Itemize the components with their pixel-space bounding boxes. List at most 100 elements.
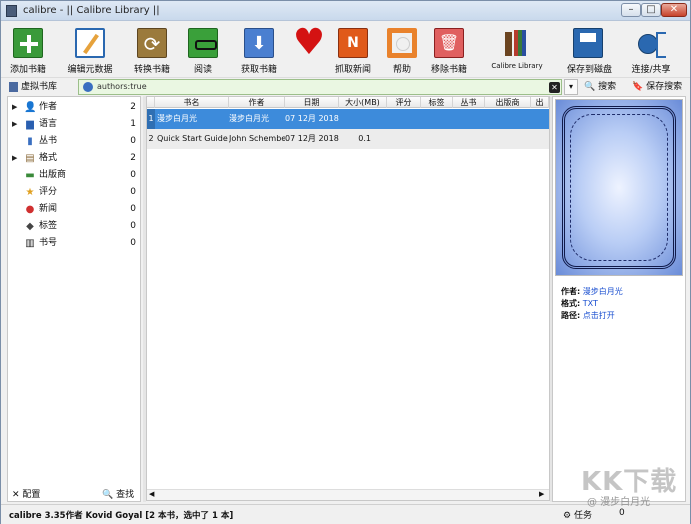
book-list: 书名 作者 日期 大小(MB) 评分 标签 丛书 出版商 出 1 漫步白月光 漫… bbox=[146, 96, 550, 501]
column-header-date[interactable]: 日期 bbox=[285, 97, 339, 108]
virtual-library-button[interactable]: 虚拟书库 bbox=[9, 80, 57, 94]
calibre-library-button[interactable]: Calibre Library bbox=[485, 26, 549, 74]
connect-share-button[interactable]: 连接/共享 bbox=[629, 26, 673, 75]
column-header-series[interactable]: 丛书 bbox=[453, 97, 485, 108]
tag-browser-item[interactable]: ◆ 标签 0 bbox=[8, 218, 140, 235]
detail-author-link[interactable]: 漫步白月光 bbox=[583, 287, 623, 296]
save-search-button[interactable]: 🔖 保存搜索 bbox=[632, 80, 682, 94]
book-author: 漫步白月光 bbox=[229, 114, 269, 123]
format-icon: ▤ bbox=[25, 153, 35, 164]
virtual-library-label: 虚拟书库 bbox=[21, 82, 58, 92]
save-search-label: 保存搜索 bbox=[646, 82, 683, 92]
find-button[interactable]: 🔍 查找 bbox=[102, 487, 134, 500]
tag-count: 0 bbox=[130, 187, 136, 197]
tag-count: 0 bbox=[130, 221, 136, 231]
column-header-publisher[interactable]: 出版商 bbox=[485, 97, 531, 108]
tag-browser-item[interactable]: ● 新闻 0 bbox=[8, 201, 140, 218]
save-to-disk-label: 保存到磁盘 bbox=[567, 65, 613, 75]
heart-donate-icon bbox=[292, 22, 326, 63]
tag-browser: ▶ 👤 作者 2 ▶ ▆ 语言 1 ▮ 丛书 0 ▶ ▤ 格式 2 ▬ 出版商 … bbox=[7, 96, 141, 502]
remove-books-label: 移除书籍 bbox=[430, 65, 467, 75]
book-author: John Schember bbox=[229, 134, 285, 143]
edit-metadata-label: 编辑元数据 bbox=[67, 65, 113, 75]
help-button[interactable]: 帮助 bbox=[385, 26, 419, 75]
news-pin-icon: ● bbox=[25, 204, 35, 215]
tag-count: 0 bbox=[130, 204, 136, 214]
minimize-button[interactable]: – bbox=[621, 3, 641, 17]
save-to-disk-icon bbox=[573, 28, 603, 58]
jobs-count: 0 bbox=[619, 508, 625, 518]
series-icon: ▮ bbox=[27, 136, 33, 147]
convert-books-icon bbox=[137, 28, 167, 58]
book-cover-image[interactable] bbox=[555, 99, 683, 276]
expand-arrow-icon[interactable]: ▶ bbox=[12, 116, 17, 133]
maximize-button[interactable]: □ bbox=[641, 3, 661, 17]
edit-metadata-button[interactable]: 编辑元数据 bbox=[65, 26, 115, 75]
rating-star-icon: ★ bbox=[25, 187, 35, 198]
book-list-header: 书名 作者 日期 大小(MB) 评分 标签 丛书 出版商 出 bbox=[147, 97, 549, 108]
expand-arrow-icon[interactable]: ▶ bbox=[12, 150, 17, 167]
tag-browser-item[interactable]: ★ 评分 0 bbox=[8, 184, 140, 201]
expand-arrow-icon[interactable]: ▶ bbox=[12, 99, 17, 116]
book-details-panel: 作者: 漫步白月光 格式: TXT 路径: 点击打开 bbox=[552, 96, 686, 502]
donate-button[interactable] bbox=[291, 22, 327, 74]
detail-format-link[interactable]: TXT bbox=[583, 299, 598, 308]
column-header-rating[interactable]: 评分 bbox=[387, 97, 421, 108]
save-to-disk-button[interactable]: 保存到磁盘 bbox=[567, 26, 613, 75]
tag-count: 0 bbox=[130, 170, 136, 180]
row-marker: 1 bbox=[147, 109, 155, 129]
configure-button[interactable]: ✕ 配置 bbox=[12, 487, 40, 500]
remove-books-button[interactable]: 移除书籍 bbox=[429, 26, 469, 75]
connect-share-label: 连接/共享 bbox=[631, 65, 671, 75]
convert-books-button[interactable]: 转换书籍 bbox=[129, 26, 175, 75]
search-input[interactable]: authors:true ✕ bbox=[78, 79, 562, 95]
search-query: authors:true bbox=[97, 82, 147, 91]
add-book-icon bbox=[13, 28, 43, 58]
scroll-right-icon[interactable]: ▶ bbox=[539, 490, 544, 498]
get-books-button[interactable]: 获取书籍 bbox=[237, 26, 281, 75]
read-book-label: 阅读 bbox=[193, 65, 212, 75]
search-button[interactable]: 🔍 搜索 bbox=[584, 80, 616, 94]
tag-browser-item[interactable]: ▮ 丛书 0 bbox=[8, 133, 140, 150]
tag-count: 1 bbox=[130, 119, 136, 129]
column-header-published[interactable]: 出 bbox=[531, 97, 549, 108]
book-title: 漫步白月光 bbox=[157, 114, 197, 123]
add-books-button[interactable]: 添加书籍 bbox=[7, 26, 49, 75]
book-row[interactable]: 2 Quick Start Guide John Schember 07 12月… bbox=[147, 129, 549, 149]
detail-format-key: 格式: bbox=[561, 299, 581, 308]
main-toolbar: 添加书籍 编辑元数据 转换书籍 阅读 获取书籍 抓取新闻 bbox=[1, 22, 690, 76]
column-header-title[interactable]: 书名 bbox=[155, 97, 229, 108]
book-size: 0.1 bbox=[358, 134, 371, 143]
clear-search-icon[interactable]: ✕ bbox=[549, 82, 560, 93]
tag-browser-item[interactable]: ▥ 书号 0 bbox=[8, 235, 140, 252]
tag-browser-item[interactable]: ▶ ▤ 格式 2 bbox=[8, 150, 140, 167]
tag-count: 0 bbox=[130, 238, 136, 248]
row-marker: 2 bbox=[148, 134, 154, 143]
detail-author-row: 作者: 漫步白月光 bbox=[561, 286, 623, 297]
configure-label: 配置 bbox=[22, 490, 41, 500]
read-book-icon bbox=[188, 28, 218, 58]
book-list-horizontal-scrollbar[interactable]: ◀ ▶ bbox=[147, 489, 549, 500]
book-row[interactable]: 1 漫步白月光 漫步白月光 07 12月 2018 bbox=[147, 109, 549, 129]
column-header-size[interactable]: 大小(MB) bbox=[339, 97, 387, 108]
tag-browser-footer: ✕ 配置 🔍 查找 bbox=[8, 487, 140, 501]
scroll-left-icon[interactable]: ◀ bbox=[149, 490, 154, 498]
close-button[interactable]: ✕ bbox=[661, 3, 687, 17]
tag-label: 丛书 bbox=[39, 136, 58, 146]
tag-browser-item[interactable]: ▬ 出版商 0 bbox=[8, 167, 140, 184]
column-header-author[interactable]: 作者 bbox=[229, 97, 285, 108]
jobs-indicator[interactable]: ⚙ 任务 bbox=[563, 508, 592, 521]
tag-label: 评分 bbox=[39, 187, 58, 197]
fetch-news-button[interactable]: 抓取新闻 bbox=[333, 26, 373, 75]
search-history-dropdown[interactable]: ▾ bbox=[564, 79, 578, 95]
tag-label: 出版商 bbox=[39, 170, 67, 180]
tag-browser-item[interactable]: ▶ 👤 作者 2 bbox=[8, 99, 140, 116]
publisher-icon: ▬ bbox=[25, 170, 35, 181]
detail-path-key: 路径: bbox=[561, 311, 581, 320]
column-header-tags[interactable]: 标签 bbox=[421, 97, 453, 108]
read-book-button[interactable]: 阅读 bbox=[187, 26, 219, 75]
tag-count: 2 bbox=[130, 153, 136, 163]
tag-browser-item[interactable]: ▶ ▆ 语言 1 bbox=[8, 116, 140, 133]
detail-path-link[interactable]: 点击打开 bbox=[583, 311, 615, 320]
language-icon: ▆ bbox=[26, 119, 34, 130]
